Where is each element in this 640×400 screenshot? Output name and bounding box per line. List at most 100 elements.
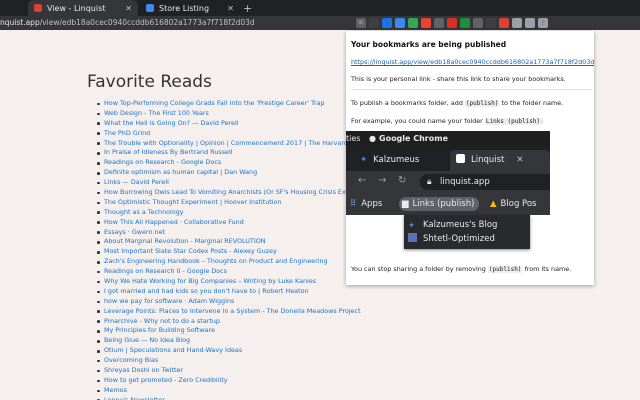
demo-blog: ▲ Blog Pos [490, 199, 537, 209]
address-bar[interactable]: nquist.app/view/edb18a0cec0940ccddb61680… [0, 17, 330, 29]
bookmark-link[interactable]: About Marginal Revolution - Marginal REV… [104, 237, 266, 245]
close-icon: ✕ [516, 155, 524, 165]
extension-icon[interactable] [434, 18, 444, 28]
forward-icon: → [378, 175, 387, 186]
bookmark-link[interactable]: Zach's Engineering Handbook – Thoughts o… [104, 257, 328, 265]
list-item: The PhD Grind [95, 129, 357, 139]
bookmark-link[interactable]: The Optimistic Thought Experiment | Hoov… [104, 198, 281, 206]
list-item: Essays · Gwern.net [95, 228, 357, 238]
bookmark-link[interactable]: How to get promoted - Zero Credibility [104, 376, 228, 384]
list-item: The Optimistic Thought Experiment | Hoov… [95, 198, 357, 208]
bookmark-link[interactable]: How This All Happened · Collaborative Fu… [104, 218, 244, 226]
bookmark-link[interactable]: The Trouble with Optionality | Opinion |… [104, 139, 348, 147]
list-item: I got married and had kids so you don't … [95, 287, 357, 297]
list-item: Readings on Research - Google Docs [95, 158, 357, 168]
bookmark-link[interactable]: Definite optimism as human capital | Dan… [104, 168, 257, 176]
extension-icon[interactable] [369, 18, 379, 28]
extension-icons: ☆ ⋮ [356, 18, 548, 28]
list-item: Leverage Points: Places to Intervene in … [95, 307, 361, 317]
apple-icon: ● [369, 134, 376, 143]
tab-view-linquist[interactable]: View - Linquist ✕ [28, 0, 138, 16]
kalzumeus-icon: ✦ [360, 155, 368, 165]
bookmark-link[interactable]: Readings on Research - Google Docs [104, 158, 221, 166]
bookmark-link[interactable]: In Praise of Idleness By Bertrand Russel… [104, 148, 233, 156]
list-item: Readings on Research II - Google Docs [95, 267, 357, 277]
bookmark-link[interactable]: Shreyas Doshi on Twitter [104, 366, 183, 374]
extension-icon[interactable] [460, 18, 470, 28]
bookmark-link[interactable]: Lenny's Newsletter [104, 396, 165, 400]
list-item: Memos [95, 386, 357, 396]
public-link[interactable]: https://linquist.app/view/edb18a0cec0940… [351, 58, 594, 66]
page-title: Favorite Reads [87, 72, 212, 92]
menu-icon[interactable]: ⋮ [538, 18, 548, 28]
reload-icon: ↻ [398, 175, 407, 186]
list-item: Otium | Speculations and Hand-Wavy Ideas [95, 346, 357, 356]
demo-tab-linquist: Linquist ✕ [450, 150, 550, 171]
list-item: How Burrowing Owls Lead To Vomiting Anar… [95, 188, 357, 198]
extension-icon[interactable] [473, 18, 483, 28]
browser-toolbar: nquist.app/view/edb18a0cec0940ccddb61680… [0, 16, 640, 30]
list-item: Pmarchive - Why not to do a startup [95, 317, 357, 327]
tab-store-listing[interactable]: Store Listing ✕ [140, 0, 240, 16]
bookmark-link[interactable]: Most Important Slate Star Codex Posts - … [104, 247, 277, 255]
list-item: How Top-Performing College Grads Fall In… [95, 99, 357, 109]
links-list: How Top-Performing College Grads Fall In… [95, 99, 361, 400]
extension-icon[interactable] [395, 18, 405, 28]
new-tab-icon[interactable]: + [243, 2, 252, 15]
list-item: Links — David Perell [95, 178, 357, 188]
bookmark-link[interactable]: My Principles for Building Software [104, 326, 215, 334]
demo-bookmarks-bar: ⠿ Apps ▆ Links (publish) ▲ Blog Pos [346, 193, 550, 215]
bookmark-link[interactable]: Leverage Points: Places to Intervene in … [104, 307, 361, 315]
star-icon[interactable]: ☆ [356, 18, 366, 28]
list-item: My Principles for Building Software [95, 326, 357, 336]
bookmark-link[interactable]: I got married and had kids so you don't … [104, 287, 309, 295]
list-item: Thought as a Technology [95, 208, 357, 218]
bookmark-link[interactable]: Overcoming Bias [104, 356, 158, 364]
bookmark-link[interactable]: Why We Hate Working for Big Companies – … [104, 277, 316, 285]
bookmark-link[interactable]: how we pay for software · Adam Wiggins [104, 297, 234, 305]
bookmark-link[interactable]: Readings on Research II - Google Docs [104, 267, 227, 275]
puzzle-icon[interactable] [512, 18, 522, 28]
close-tab-icon[interactable]: ✕ [227, 4, 234, 13]
list-item: Overcoming Bias [95, 356, 357, 366]
linquist-icon [456, 154, 465, 163]
kalzumeus-icon: ✦ [408, 221, 416, 231]
list-item: how we pay for software · Adam Wiggins [95, 297, 357, 307]
bookmark-link[interactable]: Pmarchive - Why not to do a startup [104, 317, 220, 325]
bookmark-link[interactable]: Being Glue — No Idea Blog [104, 336, 190, 344]
publish-instruction: To publish a bookmarks folder, add (publ… [351, 99, 564, 107]
bookmark-link[interactable]: Links — David Perell [104, 178, 169, 186]
bookmark-link[interactable]: Thought as a Technology [104, 208, 184, 216]
list-item: How to get promoted - Zero Credibility [95, 376, 357, 386]
bookmark-link[interactable]: What the Hell is Going On? — David Perel… [104, 119, 239, 127]
popup-heading: Your bookmarks are being published [351, 40, 507, 49]
list-item: Why We Hate Working for Big Companies – … [95, 277, 357, 287]
bookmark-link[interactable]: Memos [104, 386, 127, 394]
demo-dropdown: ✦ Kalzumeus's Blog Shtetl-Optimized [404, 215, 530, 249]
extension-icon[interactable] [486, 18, 496, 28]
bookmark-link[interactable]: How Top-Performing College Grads Fall In… [104, 99, 325, 107]
back-icon: ← [358, 175, 367, 186]
bookmark-link[interactable]: Essays · Gwern.net [104, 228, 165, 236]
demo-omnibox: 🔒︎ linquist.app [420, 174, 550, 190]
demo-apps: ⠿ Apps [350, 199, 383, 209]
close-tab-icon[interactable]: ✕ [125, 4, 132, 13]
list-item: Zach's Engineering Handbook – Thoughts o… [95, 257, 357, 267]
list-item: Being Glue — No Idea Blog [95, 336, 357, 346]
demo-screenshot: ties ● Google Chrome ✦ Kalzumeus Linquist… [346, 131, 550, 275]
linquist-extension-icon[interactable] [499, 18, 509, 28]
extension-icon[interactable] [447, 18, 457, 28]
bookmark-link[interactable]: Otium | Speculations and Hand-Wavy Ideas [104, 346, 242, 354]
extension-icon[interactable] [382, 18, 392, 28]
list-item: Shreyas Doshi on Twitter [95, 366, 357, 376]
store-favicon-icon [146, 4, 154, 12]
bookmark-link[interactable]: The PhD Grind [104, 129, 150, 137]
shtetl-icon [408, 233, 417, 242]
profile-icon[interactable] [525, 18, 535, 28]
bookmark-link[interactable]: How Burrowing Owls Lead To Vomiting Anar… [104, 188, 350, 196]
extension-icon[interactable] [408, 18, 418, 28]
extension-icon[interactable] [421, 18, 431, 28]
demo-dd-item: Shtetl-Optimized [408, 232, 495, 246]
list-item: What the Hell is Going On? — David Perel… [95, 119, 357, 129]
bookmark-link[interactable]: Web Design - The First 100 Years [104, 109, 209, 117]
